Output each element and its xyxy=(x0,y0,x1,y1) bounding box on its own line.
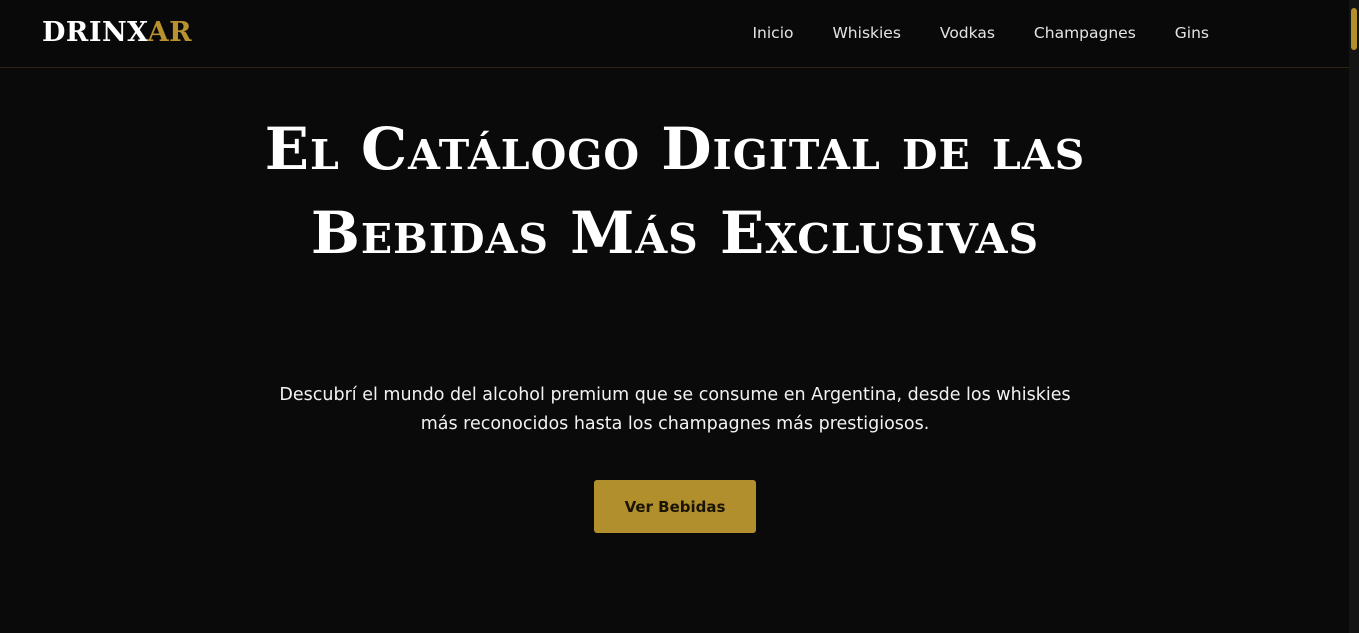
main-nav: Inicio Whiskies Vodkas Champagnes Gins xyxy=(752,22,1209,44)
hero-title: El Catálogo Digital de las Bebidas Más E… xyxy=(264,115,1086,267)
nav-link-champagnes[interactable]: Champagnes xyxy=(1034,22,1136,44)
brand-logo[interactable]: DRINXAR xyxy=(42,15,192,51)
logo-main-text: DRINX xyxy=(42,17,148,48)
nav-link-whiskies[interactable]: Whiskies xyxy=(832,22,900,44)
landing-page: DRINXAR Inicio Whiskies Vodkas Champagne… xyxy=(0,0,1359,633)
navbar: DRINXAR Inicio Whiskies Vodkas Champagne… xyxy=(0,0,1349,68)
hero-subtitle: Descubrí el mundo del alcohol premium qu… xyxy=(279,385,1071,434)
view-drinks-button[interactable]: Ver Bebidas xyxy=(594,480,756,533)
nav-link-gins[interactable]: Gins xyxy=(1175,22,1209,44)
hero-section: El Catálogo Digital de las Bebidas Más E… xyxy=(0,69,1349,633)
nav-link-vodkas[interactable]: Vodkas xyxy=(940,22,995,44)
logo-accent-text: AR xyxy=(147,17,193,48)
scrollbar-thumb[interactable] xyxy=(1351,8,1357,50)
nav-link-inicio[interactable]: Inicio xyxy=(752,22,793,44)
vertical-scrollbar[interactable] xyxy=(1349,0,1359,633)
